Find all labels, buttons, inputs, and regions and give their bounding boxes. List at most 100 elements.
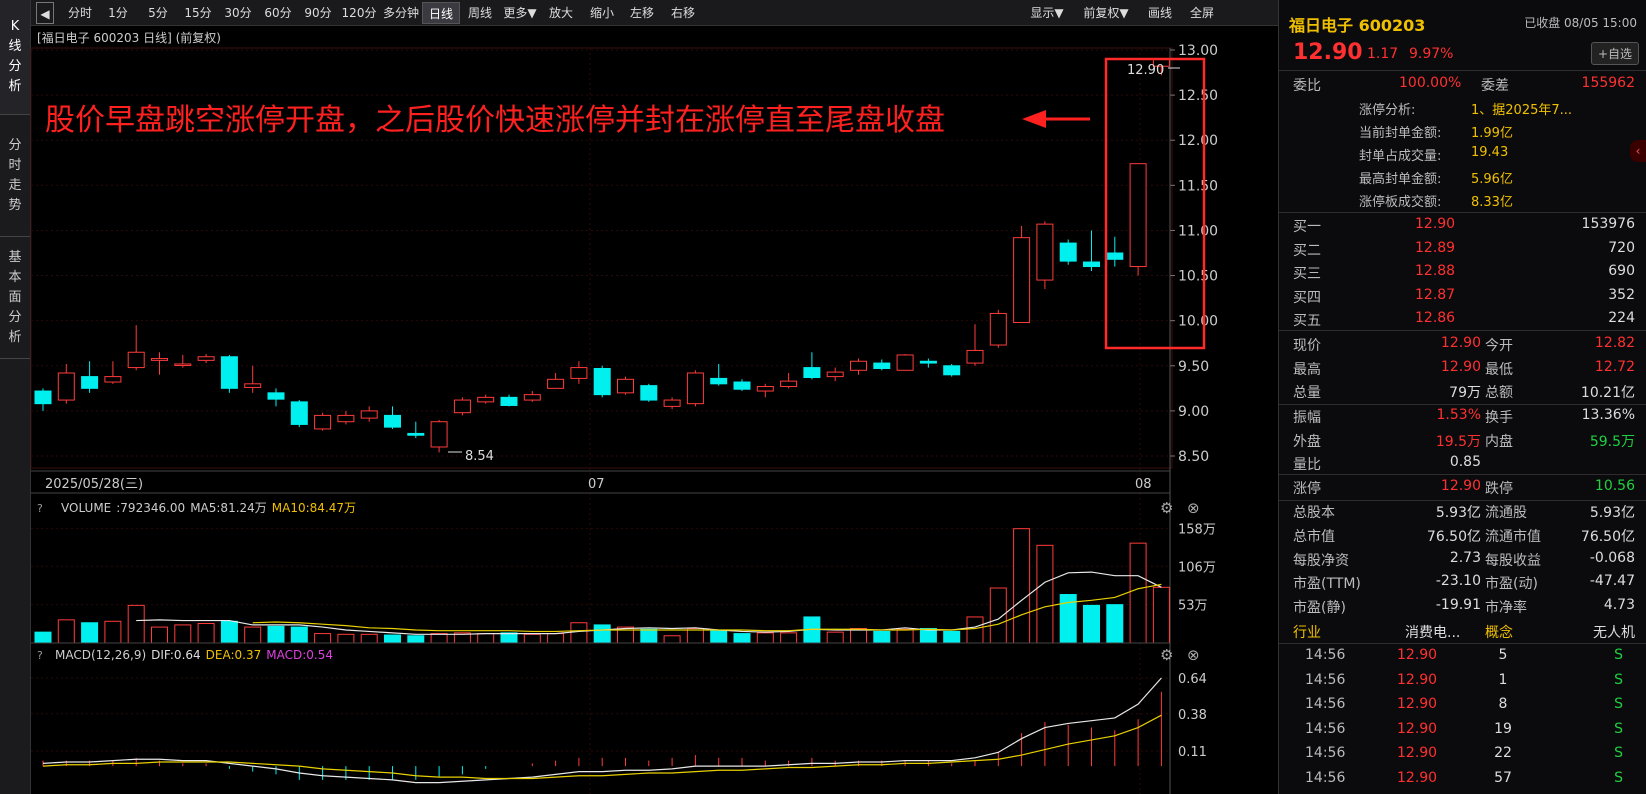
volume-bar [803,616,821,644]
toolbar-button-12[interactable]: 放大 [540,2,582,24]
panel-divider [1279,70,1646,71]
stat-value: 1.53% [1436,407,1481,423]
bid-volume: 690 [1608,263,1635,279]
candle-body [686,372,704,405]
stat-value: 5.93亿 [1435,505,1481,521]
stat-value: 76.50亿 [1426,528,1481,545]
toolbar-button-13[interactable]: 缩小 [582,2,622,24]
stat-label: 量比 [1293,457,1321,473]
candle-body [151,358,168,361]
candle-body [1059,242,1077,262]
volume-bar [197,622,215,644]
limit-info-value: 5.96亿 [1471,172,1513,187]
toolbar-button-14[interactable]: 左移 [622,2,662,24]
fundamental-row: 总股本 5.93亿 流通股 5.93亿 [1279,500,1646,524]
candle-body [220,356,238,389]
stat-label: 市盈(TTM) [1293,576,1361,593]
concept-value: 无人机 [1593,625,1635,641]
toolbar-button-9[interactable]: 日线 [422,2,460,24]
candle-body [547,378,565,389]
candle-body [1106,252,1124,260]
side-tab-0[interactable]: K线分析 [0,0,30,115]
trade-tick-row: 14:56 12.90 1 S [1279,670,1646,694]
toolbar-button-5[interactable]: 60分 [258,2,298,24]
volume-bar [477,633,495,644]
market-status: 已收盘 08/05 15:00 [1524,16,1637,30]
volume-bar [34,631,52,644]
toolbar-button-2[interactable]: 5分 [138,2,178,24]
stock-title: 福日电子 600203 [1289,16,1426,35]
volume-bar [174,624,192,644]
side-tab-1[interactable]: 分时走势 [0,115,30,237]
toolbar-button-15[interactable]: 右移 [662,2,704,24]
weibi-label: 委比 [1293,78,1321,94]
candle-body [453,399,471,414]
stat-value: 10.56 [1594,478,1635,494]
price-tick-label: 11.50 [1178,178,1218,194]
trade-tick-row: 14:56 12.90 22 S [1279,743,1646,767]
toolbar-right-button-2[interactable]: 画线 [1140,2,1180,24]
candle-body [943,365,961,376]
volume-bar [1083,604,1100,644]
toolbar-collapse-button[interactable]: ◀ [36,2,54,24]
limit-info-label: 最高封单金额: [1359,172,1442,187]
candle-body [127,351,145,369]
candle-body [1036,223,1054,281]
volume-bar [640,628,658,644]
bid-price: 12.87 [1415,286,1456,303]
limit-info-value: 19.43 [1471,145,1509,160]
limit-info-label: 当前封单金额: [1359,126,1442,141]
stat-value: 4.73 [1603,597,1635,614]
limit-info-label: 涨停板成交额: [1359,195,1442,210]
volume-bar [826,631,844,644]
candle-body [500,396,518,406]
toolbar-button-10[interactable]: 周线 [460,2,500,24]
toolbar-button-11[interactable]: 更多▼ [500,2,540,24]
candle-body [477,396,495,403]
volume-bar [337,633,355,644]
stat-label: 总股本 [1293,505,1335,521]
toolbar-button-3[interactable]: 15分 [178,2,218,24]
stat-label: 流通市值 [1485,528,1541,545]
candle-body [756,386,774,392]
toolbar-right-button-3[interactable]: 全屏 [1183,2,1221,24]
bid-price: 12.86 [1415,310,1456,326]
limit-info-row: 涨停分析: 1、据2025年7... [1279,97,1646,121]
volume-bar [547,633,565,644]
stat-label: 跌停 [1485,481,1513,497]
side-tab-2[interactable]: 基本面分析 [0,237,30,359]
toolbar-button-4[interactable]: 30分 [218,2,258,24]
add-favorite-button[interactable]: +自选 [1590,42,1639,65]
stat-value: 0.85 [1449,454,1481,470]
macd-tick-label: 0.64 [1178,672,1207,687]
stat-label: 外盘 [1293,433,1321,450]
volume-bar [989,587,1007,644]
fundamental-row: 每股净资 2.73 每股收益 -0.068 [1279,548,1646,572]
candle-body [966,349,984,364]
toolbar-right-button-0[interactable]: 显示▼ [1021,2,1073,24]
candle-body [593,367,611,396]
bid-label: 买三 [1293,266,1321,282]
candle-body [989,312,1007,346]
candle-body [267,392,285,400]
limit-price-row: 涨停 12.90 跌停 10.56 [1279,476,1646,500]
bid-volume: 153976 [1581,216,1635,232]
stat-value: -47.47 [1589,573,1635,590]
candle-body [523,394,541,401]
toolbar-button-6[interactable]: 90分 [298,2,338,24]
tick-price: 12.90 [1397,720,1438,737]
toolbar-button-7[interactable]: 120分 [338,2,380,24]
toolbar-button-8[interactable]: 多分钟 [380,2,422,24]
panel-collapse-icon[interactable]: ‹ [1630,140,1646,162]
toolbar-button-0[interactable]: 分时 [62,2,98,24]
macd-header-part: DIF:0.64 [151,648,201,662]
limit-info-value: 8.33亿 [1471,195,1513,210]
volume-bar [244,626,262,644]
toolbar-button-1[interactable]: 1分 [98,2,138,24]
weibi-row: 委比 100.00% 委差 155962 [1279,73,1646,97]
toolbar-right-button-1[interactable]: 前复权▼ [1076,2,1136,24]
bid-volume: 352 [1608,286,1635,303]
volume-bar [710,629,728,644]
candle-body [34,390,52,405]
volume-bar [1152,586,1170,644]
